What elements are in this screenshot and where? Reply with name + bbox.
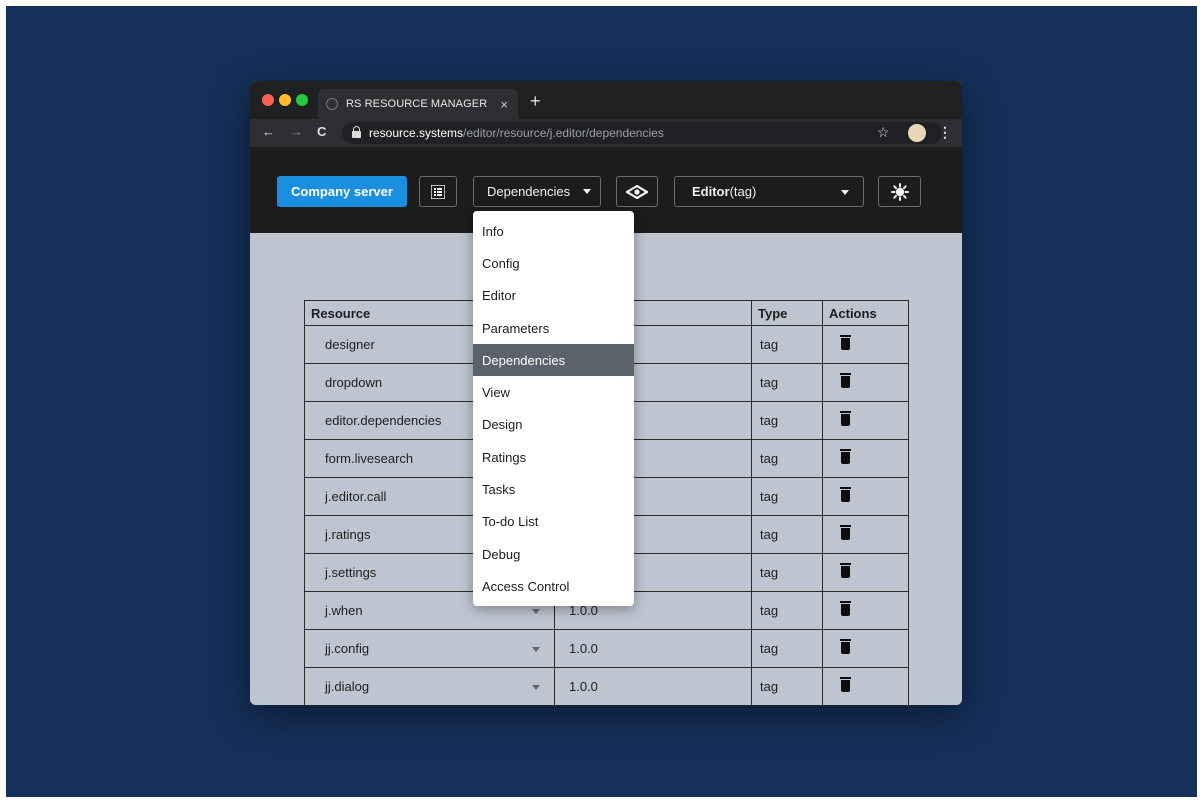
column-header-actions: Actions [822, 300, 909, 326]
trash-icon[interactable] [840, 563, 851, 578]
menu-item-editor[interactable]: Editor [473, 280, 634, 312]
actions-cell [822, 667, 909, 705]
type-cell: tag [751, 553, 823, 592]
actions-cell [822, 553, 909, 592]
type-cell: tag [751, 363, 823, 402]
resource-list-button[interactable] [419, 176, 457, 207]
resource-name: j.editor.call [325, 489, 387, 504]
type-cell: tag [751, 439, 823, 478]
type-cell: tag [751, 515, 823, 554]
bookmark-star-icon[interactable]: ☆ [877, 124, 890, 141]
type-cell: tag [751, 629, 823, 668]
menu-item-tasks[interactable]: Tasks [473, 473, 634, 505]
resource-name: form.livesearch [325, 451, 414, 466]
actions-cell [822, 591, 909, 630]
back-icon[interactable]: ← [262, 124, 275, 139]
version-cell[interactable]: 1.0.0 [554, 667, 752, 705]
section-dropdown-menu: Info Config Editor Parameters Dependencies Vi… [473, 211, 634, 606]
section-select-value: Dependencies [487, 184, 571, 199]
resource-select-name: Editor [692, 184, 730, 199]
tab-title: RS RESOURCE MANAGER [346, 98, 488, 110]
table-row: jj.config 1.0.0 tag [304, 629, 909, 668]
trash-icon[interactable] [840, 487, 851, 502]
menu-item-info[interactable]: Info [473, 215, 634, 247]
menu-item-view[interactable]: View [473, 376, 634, 408]
resource-name: j.settings [325, 565, 377, 580]
tab-close-icon[interactable]: × [500, 97, 508, 112]
actions-cell [822, 477, 909, 516]
trash-icon[interactable] [840, 677, 851, 692]
lock-icon [352, 125, 361, 138]
url-path: /editor/resource/j.editor/dependencies [463, 126, 664, 140]
section-select[interactable]: Dependencies [473, 176, 601, 207]
actions-cell [822, 629, 909, 668]
menu-item-to-do-list[interactable]: To-do List [473, 506, 634, 538]
eye-icon [626, 184, 648, 199]
type-cell: tag [751, 667, 823, 705]
trash-icon[interactable] [840, 639, 851, 654]
browser-menu-icon[interactable]: ⋮ [938, 124, 952, 141]
chevron-down-icon[interactable] [532, 685, 540, 690]
resource-name-cell: jj.config [304, 629, 555, 668]
resource-name: designer [325, 337, 375, 352]
type-cell: tag [751, 591, 823, 630]
resource-name: jj.config [325, 641, 370, 656]
resource-name: jj.dialog [325, 679, 370, 694]
resource-select-type: (tag) [729, 184, 757, 199]
menu-item-dependencies[interactable]: Dependencies [473, 344, 634, 377]
chevron-down-icon [841, 190, 849, 195]
new-tab-icon[interactable]: + [530, 91, 541, 112]
profile-avatar[interactable] [908, 124, 926, 142]
menu-item-access-control[interactable]: Access Control [473, 570, 634, 602]
chevron-down-icon[interactable] [532, 609, 540, 614]
resource-name: j.when [325, 603, 363, 618]
trash-icon[interactable] [840, 411, 851, 426]
globe-icon [326, 98, 338, 110]
trash-icon[interactable] [840, 373, 851, 388]
menu-item-config[interactable]: Config [473, 247, 634, 279]
company-server-button[interactable]: Company server [277, 176, 407, 207]
theme-toggle-button[interactable] [878, 176, 921, 207]
trash-icon[interactable] [840, 525, 851, 540]
type-cell: tag [751, 477, 823, 516]
actions-cell [822, 363, 909, 402]
resource-name: editor.dependencies [325, 413, 442, 428]
close-window-icon[interactable] [262, 94, 274, 106]
table-row: jj.dialog 1.0.0 tag [304, 667, 909, 705]
sun-icon [890, 182, 909, 201]
address-bar[interactable]: resource.systems/editor/resource/j.edito… [342, 122, 942, 144]
trash-icon[interactable] [840, 601, 851, 616]
menu-item-design[interactable]: Design [473, 409, 634, 441]
url-host: resource.systems [369, 126, 464, 140]
chevron-down-icon[interactable] [532, 647, 540, 652]
resource-select[interactable]: Editor (tag) [674, 176, 864, 207]
resource-name-cell: jj.dialog [304, 667, 555, 705]
list-icon [431, 184, 445, 199]
preview-button[interactable] [616, 176, 658, 207]
browser-tab[interactable]: RS RESOURCE MANAGER × [318, 89, 518, 119]
actions-cell [822, 515, 909, 554]
maximize-window-icon[interactable] [296, 94, 308, 106]
resource-name: j.ratings [325, 527, 371, 542]
actions-cell [822, 325, 909, 364]
trash-icon[interactable] [840, 335, 851, 350]
forward-icon[interactable]: → [290, 124, 303, 139]
browser-address-bar-row: ← → C resource.systems/editor/resource/j… [250, 119, 962, 147]
resource-name: dropdown [325, 375, 383, 390]
chevron-down-icon [583, 189, 592, 194]
minimize-window-icon[interactable] [279, 94, 291, 106]
browser-tab-strip: RS RESOURCE MANAGER × + [250, 81, 962, 119]
menu-item-ratings[interactable]: Ratings [473, 441, 634, 473]
menu-item-parameters[interactable]: Parameters [473, 312, 634, 344]
trash-icon[interactable] [840, 449, 851, 464]
type-cell: tag [751, 401, 823, 440]
actions-cell [822, 439, 909, 478]
column-header-type: Type [751, 300, 823, 326]
actions-cell [822, 401, 909, 440]
version-cell[interactable]: 1.0.0 [554, 629, 752, 668]
reload-icon[interactable]: C [317, 124, 326, 139]
type-cell: tag [751, 325, 823, 364]
menu-item-debug[interactable]: Debug [473, 538, 634, 570]
